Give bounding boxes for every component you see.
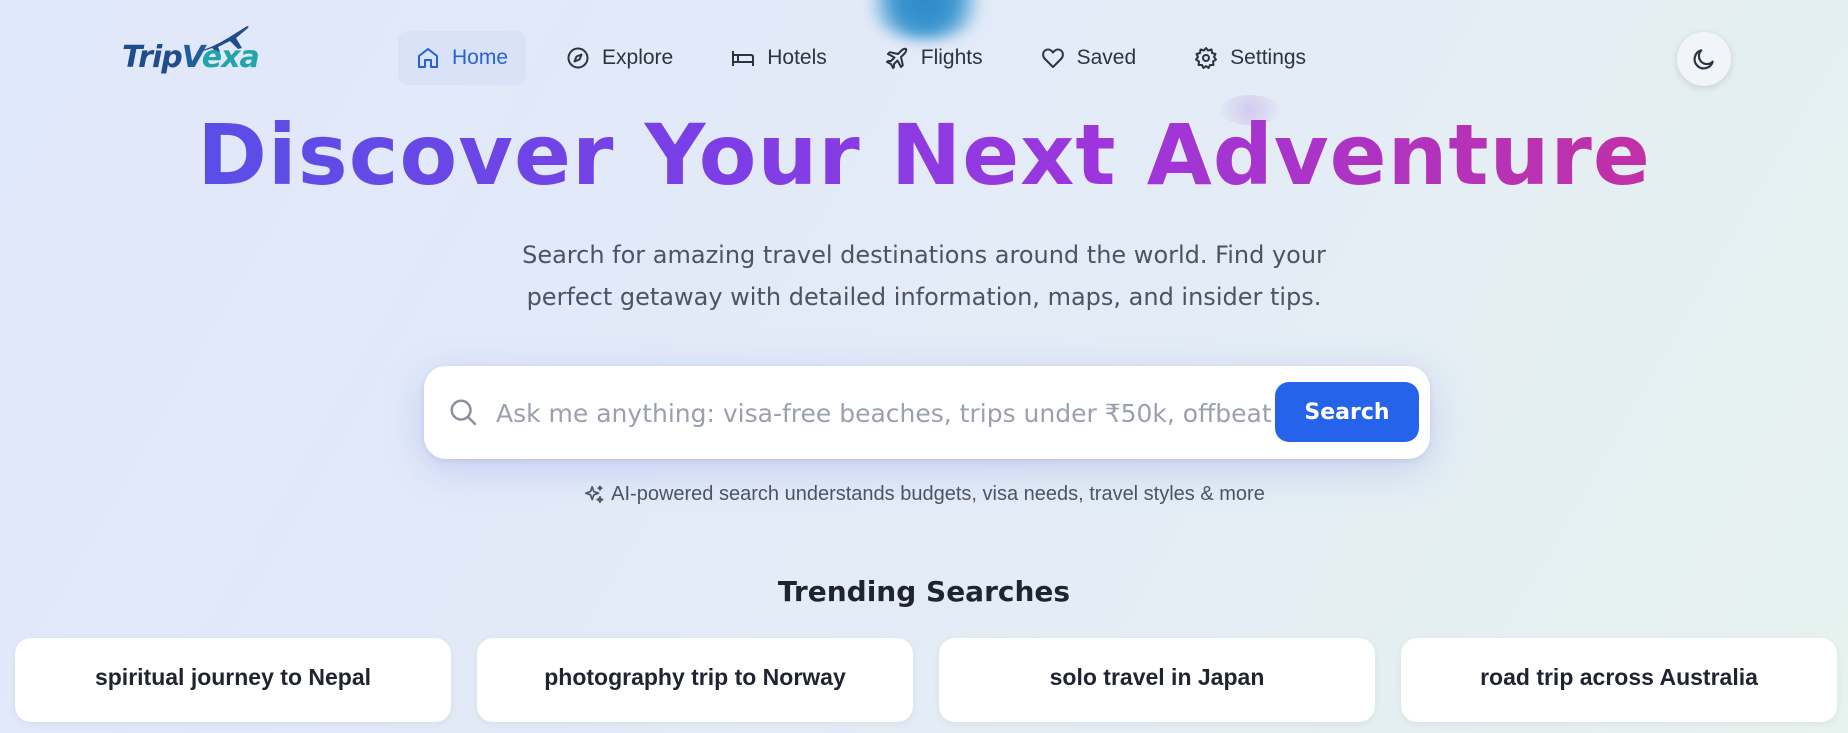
- nav-flights-label: Flights: [920, 46, 983, 69]
- nav-home[interactable]: Home: [398, 31, 527, 85]
- trending-item[interactable]: road trip across Australia: [1401, 638, 1837, 722]
- trending-item[interactable]: solo travel in Japan: [939, 638, 1375, 722]
- heart-icon: [1041, 48, 1064, 68]
- nav-hotels[interactable]: Hotels: [713, 31, 845, 85]
- nav-saved[interactable]: Saved: [1023, 31, 1155, 85]
- nav-flights[interactable]: Flights: [867, 31, 1001, 85]
- trending-list: spiritual journey to Nepal photography t…: [15, 638, 1837, 722]
- theme-toggle-button[interactable]: [1677, 32, 1731, 86]
- brand-exa: exa: [201, 40, 260, 75]
- search-icon: [450, 399, 477, 426]
- ai-search-note: AI-powered search understands budgets, v…: [0, 483, 1848, 506]
- bed-icon: [732, 51, 755, 66]
- trending-item[interactable]: photography trip to Norway: [477, 638, 913, 722]
- brand-v: V: [181, 40, 203, 75]
- nav-hotels-label: Hotels: [767, 46, 827, 69]
- gear-icon: [1195, 47, 1218, 69]
- nav-settings[interactable]: Settings: [1176, 31, 1324, 85]
- nav-saved-label: Saved: [1076, 46, 1137, 69]
- brand-trip: Trip: [122, 40, 183, 75]
- home-icon: [418, 48, 438, 68]
- trending-title: Trending Searches: [777, 575, 1071, 608]
- compass-icon: [567, 47, 589, 69]
- plane-icon: [885, 47, 907, 69]
- search-bar: Search: [424, 366, 1430, 459]
- nav-explore-label: Explore: [602, 46, 674, 69]
- brand-logo[interactable]: TripVexa: [122, 22, 262, 82]
- ai-note-text: AI-powered search understands budgets, v…: [611, 483, 1265, 505]
- hero-subtitle: Search for amazing travel destinations a…: [522, 241, 1326, 311]
- nav-explore[interactable]: Explore: [548, 31, 691, 85]
- nav-home-label: Home: [452, 46, 509, 69]
- hero-title: Discover Your Next Adventure: [0, 105, 1848, 205]
- main-nav: Home Explore Hotels Flights Saved Settin…: [398, 31, 1324, 85]
- search-button[interactable]: Search: [1275, 382, 1419, 442]
- search-input[interactable]: [496, 388, 1296, 438]
- brand-wordmark: TripVexa: [122, 40, 260, 75]
- moon-icon: [1693, 49, 1714, 70]
- sparkles-icon: [585, 484, 604, 503]
- nav-settings-label: Settings: [1230, 46, 1307, 69]
- trending-item[interactable]: spiritual journey to Nepal: [15, 638, 451, 722]
